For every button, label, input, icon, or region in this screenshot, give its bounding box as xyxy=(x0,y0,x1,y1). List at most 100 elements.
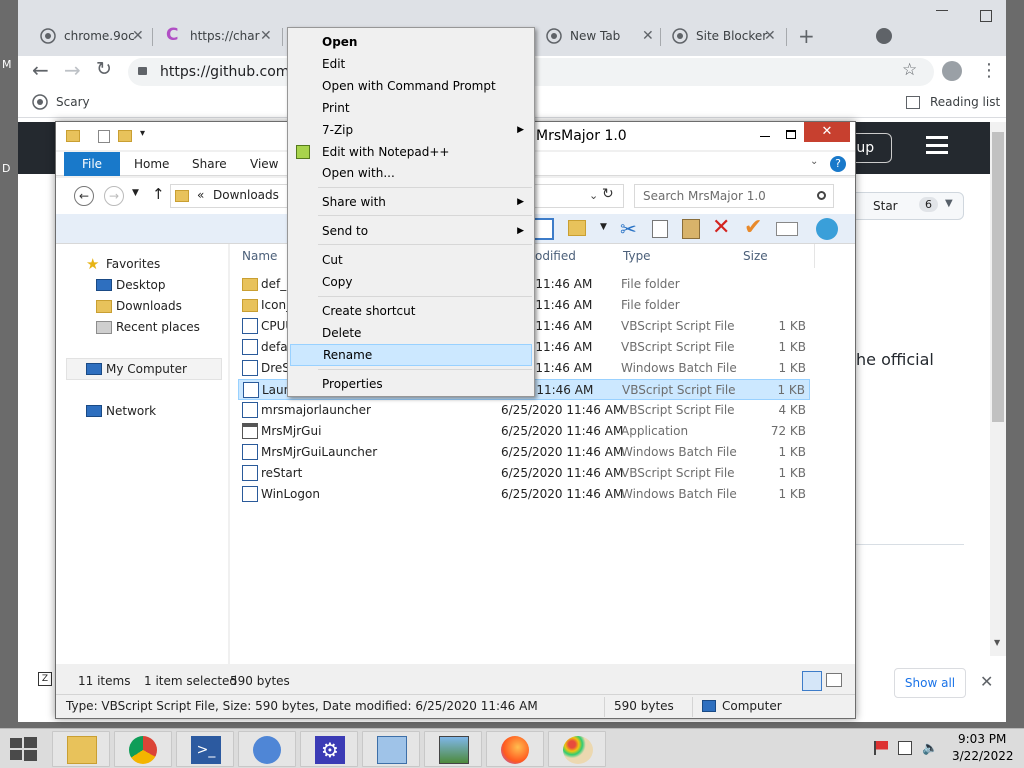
start-windows-icon[interactable] xyxy=(10,737,38,761)
clock-time[interactable]: 9:03 PM xyxy=(958,732,1006,746)
reading-list-label[interactable]: Reading list xyxy=(930,95,1000,109)
file-row[interactable]: MrsMjrGui 6/25/2020 11:46 AM Application 72… xyxy=(238,421,810,442)
tab-view[interactable]: View xyxy=(250,152,278,176)
bookmark-scary[interactable]: Scary xyxy=(56,95,90,109)
tab-home[interactable]: Home xyxy=(134,152,169,176)
taskbar-file-explorer[interactable] xyxy=(52,731,110,767)
paste-clipboard-icon[interactable] xyxy=(682,219,700,239)
view-pane-icon[interactable] xyxy=(532,218,554,240)
reload-icon[interactable]: ↻ xyxy=(96,58,112,80)
tab-https-char[interactable]: C https://char xyxy=(154,20,266,52)
taskbar-firefox[interactable] xyxy=(486,731,544,767)
minimize-icon[interactable] xyxy=(760,136,770,137)
taskbar-chrome[interactable] xyxy=(114,731,172,767)
column-type[interactable]: Type xyxy=(623,244,651,268)
menu-7zip[interactable]: 7-Zip ▶ xyxy=(290,119,532,141)
menu-cut[interactable]: Cut xyxy=(290,249,532,271)
maximize-icon[interactable] xyxy=(786,130,796,139)
tab-share[interactable]: Share xyxy=(192,152,227,176)
menu-open-command-prompt[interactable]: Open with Command Prompt xyxy=(290,75,532,97)
taskbar-powershell[interactable]: >_ xyxy=(176,731,234,767)
scroll-down-arrow-icon[interactable]: ▼ xyxy=(994,638,1000,647)
folder-options-icon[interactable] xyxy=(568,220,586,236)
minimize-icon[interactable] xyxy=(936,10,948,11)
dropdown-arrow-icon[interactable]: ▼ xyxy=(600,222,607,232)
menu-edit-notepad[interactable]: Edit with Notepad++ xyxy=(290,141,532,163)
taskbar-photos[interactable] xyxy=(424,731,482,767)
cut-scissors-icon[interactable]: ✂ xyxy=(620,217,637,241)
address-path[interactable]: Downloads xyxy=(213,188,279,202)
search-input[interactable]: Search MrsMajor 1.0 xyxy=(634,184,834,208)
page-scrollbar[interactable]: ▼ xyxy=(990,122,1006,656)
file-row[interactable]: WinLogon 6/25/2020 11:46 AM Windows Batch … xyxy=(238,484,810,505)
close-icon[interactable]: ✕ xyxy=(764,28,776,44)
menu-properties[interactable]: Properties xyxy=(290,373,532,395)
column-name[interactable]: Name xyxy=(242,244,277,268)
menu-create-shortcut[interactable]: Create shortcut xyxy=(290,300,532,322)
close-icon[interactable]: ✕ xyxy=(642,28,654,44)
menu-copy[interactable]: Copy xyxy=(290,271,532,293)
profile-avatar-icon[interactable] xyxy=(942,61,962,81)
menu-open-with[interactable]: Open with... xyxy=(290,162,532,184)
maximize-icon[interactable] xyxy=(980,10,992,22)
taskbar-chromium[interactable] xyxy=(238,731,296,767)
chevron-down-icon[interactable]: ⌄ xyxy=(589,189,598,202)
taskbar-settings[interactable]: ⚙ xyxy=(300,731,358,767)
recent-locations-icon[interactable]: ▼ xyxy=(132,188,139,198)
globe-icon xyxy=(672,28,688,44)
help-icon[interactable]: ? xyxy=(830,156,846,172)
menu-edit[interactable]: Edit xyxy=(290,53,532,75)
customize-qat-icon[interactable]: ▾ xyxy=(140,128,145,139)
delete-x-icon[interactable]: ✕ xyxy=(712,215,730,240)
properties-card-icon[interactable] xyxy=(776,222,798,236)
close-icon[interactable]: ✕ xyxy=(980,672,993,691)
close-icon[interactable]: ✕ xyxy=(132,28,144,44)
rename-check-icon[interactable]: ✔ xyxy=(744,215,762,240)
new-folder-icon[interactable] xyxy=(118,130,132,142)
clock-date[interactable]: 3/22/2022 xyxy=(952,749,1014,763)
tab-search-icon[interactable] xyxy=(876,28,892,44)
details-view-icon[interactable] xyxy=(802,671,822,691)
column-size[interactable]: Size xyxy=(743,244,768,268)
volume-icon[interactable]: 🔈 xyxy=(922,741,938,756)
refresh-icon[interactable]: ↻ xyxy=(602,186,614,202)
properties-icon[interactable] xyxy=(98,130,110,143)
tab-chrome[interactable]: chrome.9oc xyxy=(28,20,148,52)
file-date: 6/25/2020 11:46 AM xyxy=(501,424,624,438)
network-tray-icon[interactable] xyxy=(898,741,912,755)
close-icon[interactable]: ✕ xyxy=(260,28,272,44)
tab-file[interactable]: File xyxy=(64,152,120,176)
taskbar-paint[interactable] xyxy=(548,731,606,767)
menu-delete[interactable]: Delete xyxy=(290,322,532,344)
hamburger-menu-icon[interactable] xyxy=(926,136,948,154)
file-row[interactable]: reStart 6/25/2020 11:46 AM VBScript Script… xyxy=(238,463,810,484)
chevron-down-icon[interactable]: ▼ xyxy=(945,198,953,209)
menu-open[interactable]: Open xyxy=(290,31,532,53)
show-all-button[interactable]: Show all xyxy=(894,668,966,698)
forward-arrow-icon[interactable]: → xyxy=(104,186,124,206)
globe-icon[interactable] xyxy=(816,218,838,240)
back-arrow-icon[interactable]: ← xyxy=(32,58,49,82)
forward-arrow-icon[interactable]: → xyxy=(64,58,81,82)
menu-print[interactable]: Print xyxy=(290,97,532,119)
menu-share-with[interactable]: Share with ▶ xyxy=(290,191,532,213)
reading-list-icon[interactable] xyxy=(906,96,920,109)
expand-ribbon-icon[interactable]: ⌄ xyxy=(810,156,818,167)
more-menu-icon[interactable]: ⋮ xyxy=(980,60,998,81)
star-button[interactable]: Star 6 ▼ xyxy=(838,192,964,220)
column-date-modified[interactable]: odified xyxy=(535,244,576,268)
large-icons-view-icon[interactable] xyxy=(826,673,842,687)
up-arrow-icon[interactable]: ↑ xyxy=(152,185,165,203)
file-row[interactable]: mrsmajorlauncher 6/25/2020 11:46 AM VBScri… xyxy=(238,400,810,421)
flag-icon[interactable] xyxy=(874,741,888,755)
scrollbar-thumb[interactable] xyxy=(992,132,1004,422)
copy-icon[interactable] xyxy=(652,220,668,238)
taskbar-control-panel[interactable] xyxy=(362,731,420,767)
file-row[interactable]: MrsMjrGuiLauncher 6/25/2020 11:46 AM Windo… xyxy=(238,442,810,463)
back-arrow-icon[interactable]: ← xyxy=(74,186,94,206)
close-window-button[interactable]: ✕ xyxy=(804,122,850,142)
menu-rename[interactable]: Rename xyxy=(290,344,532,366)
menu-send-to[interactable]: Send to ▶ xyxy=(290,220,532,242)
new-tab-plus-icon[interactable]: + xyxy=(798,24,815,48)
star-bookmark-icon[interactable]: ☆ xyxy=(902,60,917,80)
